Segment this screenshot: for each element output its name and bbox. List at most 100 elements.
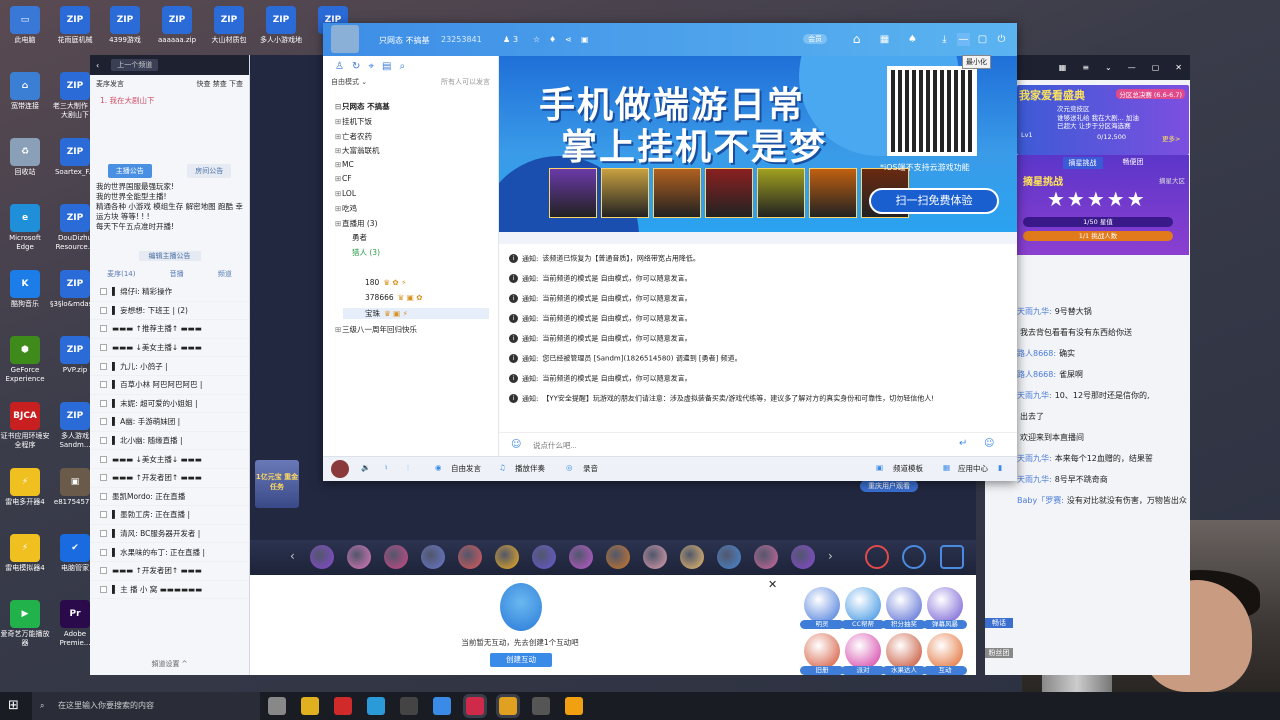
channel-item[interactable]: ⊞吃鸡 xyxy=(335,203,357,214)
channel-tree-item[interactable]: ▌ 绵仔i: 精彩操作 xyxy=(90,283,249,302)
gift-icon[interactable] xyxy=(384,545,408,569)
close-icon[interactable]: ✕ xyxy=(1175,63,1182,72)
expand-box-icon[interactable] xyxy=(100,381,107,389)
tab-host-announcement[interactable]: 主播公告 xyxy=(107,164,152,178)
download-icon[interactable]: ⤓ xyxy=(938,33,951,46)
obs-icon[interactable] xyxy=(400,697,418,715)
power-icon[interactable]: ⏻ xyxy=(995,33,1008,46)
app-center-button[interactable]: 应用中心 xyxy=(958,463,988,474)
speaker-icon[interactable]: 🔉 xyxy=(361,463,370,472)
tab-room-announcement[interactable]: 房间公告 xyxy=(187,164,232,178)
back-icon[interactable]: ‹ xyxy=(96,61,99,70)
channel-item[interactable]: ⊞大富翁联机 xyxy=(335,145,380,156)
channel-tree-item[interactable]: ▌ A幽: 手游萌妹团 | xyxy=(90,413,249,432)
task-view-icon[interactable] xyxy=(268,697,286,715)
desktop-icon[interactable]: ⌂ 宽带连接 xyxy=(0,72,50,111)
shop-icon[interactable] xyxy=(940,545,964,569)
promo-banner[interactable]: 手机做端游日常 掌上挂机不是梦 *iOS端不支持云游戏功能 扫一扫免费体验 xyxy=(499,56,1017,232)
chat-options-icon[interactable]: ☺ xyxy=(984,438,994,449)
gift-icon[interactable] xyxy=(347,545,371,569)
channel-user[interactable]: 378666 ♛ ▣ ✿ xyxy=(343,293,489,302)
expand-box-icon[interactable] xyxy=(100,362,107,370)
game-icon[interactable] xyxy=(565,697,583,715)
game-thumbnail[interactable] xyxy=(653,168,701,218)
channel-settings-button[interactable]: 頻道设置 ^ xyxy=(90,659,249,669)
chat-username[interactable]: Baby「罗赛: xyxy=(1017,496,1064,505)
desktop-icon[interactable]: e Microsoft Edge xyxy=(0,204,50,252)
template-button[interactable]: 频道模板 xyxy=(893,463,923,474)
free-speak-button[interactable]: 自由发言 xyxy=(451,463,481,474)
prev-channel-button[interactable]: 上一个频道 xyxy=(111,59,159,71)
gift-icon[interactable] xyxy=(310,545,334,569)
expand-box-icon[interactable] xyxy=(100,511,107,519)
gift-icon[interactable] xyxy=(569,545,593,569)
music-button[interactable]: 播放伴奏 xyxy=(515,463,545,474)
expand-icon[interactable]: ⊞ xyxy=(335,117,342,126)
expand-box-icon[interactable] xyxy=(100,325,107,333)
chat-side-label[interactable]: 畅话 xyxy=(985,618,1013,628)
channel-tree-item[interactable]: ▬▬▬ ↑开发者团↑ ▬▬▬ xyxy=(90,469,249,488)
expand-box-icon[interactable] xyxy=(100,530,107,538)
channel-item[interactable]: ⊞挂机下饭 xyxy=(335,116,372,127)
expand-icon[interactable]: ⊞ xyxy=(335,174,342,183)
edit-announcement-button[interactable]: 编辑主播公告 xyxy=(138,251,201,261)
channel-tree-item[interactable]: ▬▬▬ ↓美女主播↓ ▬▬▬ xyxy=(90,339,249,358)
chat-username[interactable]: 天雨九华: xyxy=(1017,475,1052,484)
expand-box-icon[interactable] xyxy=(100,437,107,445)
chat-username[interactable]: 天雨九华: xyxy=(1017,454,1052,463)
gift-icon[interactable] xyxy=(421,545,445,569)
desktop-icon[interactable]: K 酷狗音乐 xyxy=(0,270,50,309)
chat-username[interactable]: 路人8668: xyxy=(1017,370,1056,379)
channel-tree-item[interactable]: 墨凯Mordo: 正在直播 xyxy=(90,488,249,507)
expand-box-icon[interactable] xyxy=(100,492,107,500)
record-button[interactable]: 录音 xyxy=(583,463,598,474)
scan-button[interactable]: 扫一扫免费体验 xyxy=(869,188,999,214)
menu-icon[interactable]: ≡ xyxy=(1082,63,1089,72)
desktop-icon[interactable]: ZIP 4399游戏 xyxy=(100,6,150,45)
channel-item[interactable]: ⊞亡者农药 xyxy=(335,131,372,142)
expand-icon[interactable]: ⊞ xyxy=(335,189,342,198)
channel-tree-item[interactable]: ▌ 妄想想: 下班王 | (2) xyxy=(90,302,249,321)
desktop-icon[interactable]: ⚡ 雷电模拟器4 xyxy=(0,534,50,573)
expand-box-icon[interactable] xyxy=(100,344,107,352)
gift-icon[interactable] xyxy=(754,545,778,569)
channel-tree-item[interactable]: ▌ 主 播 小 窝 ▬▬▬▬▬▬ xyxy=(90,581,249,600)
channel-item[interactable]: ⊞LOL xyxy=(335,189,356,198)
desktop-icon[interactable]: ♻ 回收站 xyxy=(0,138,50,177)
tab-star-challenge[interactable]: 摘星挑战 xyxy=(1062,157,1103,169)
tab-channel[interactable]: 频道 xyxy=(218,269,232,279)
activity-button[interactable]: 旧册 xyxy=(800,633,844,675)
channel-tree-item[interactable]: ▬▬▬ ↑推荐主播↑ ▬▬▬ xyxy=(90,320,249,339)
sync-icon[interactable]: ↻ xyxy=(352,61,360,72)
channel-item[interactable]: ⊞直播用 (3) xyxy=(335,218,378,229)
channel-tree-item[interactable]: ▌ 百草小林 阿巴阿巴阿巴 | xyxy=(90,376,249,395)
home-icon[interactable]: ⌂ xyxy=(850,33,863,46)
chat-username[interactable]: 天雨九华: xyxy=(1017,307,1052,316)
expand-box-icon[interactable] xyxy=(100,418,107,426)
desktop-icon[interactable]: ⚡ 雷电多开器4 xyxy=(0,468,50,507)
recharge-icon[interactable] xyxy=(902,545,926,569)
fan-side-label[interactable]: 粉丝团 xyxy=(985,648,1013,658)
apps-icon[interactable]: ▦ xyxy=(878,33,891,46)
user-icon[interactable]: ♙ xyxy=(335,61,344,72)
list-icon[interactable]: ▤ xyxy=(382,61,391,72)
minimize-icon[interactable]: — xyxy=(957,33,970,46)
channel-tree-item[interactable]: ▬▬▬ ↑开发者团↑ ▬▬▬ xyxy=(90,562,249,581)
mic-icon[interactable]: ♮ xyxy=(385,463,388,472)
expand-box-icon[interactable] xyxy=(100,567,107,575)
channel-tree-item[interactable]: ▌ 水果味的布丁: 正在直播 | xyxy=(90,543,249,562)
gift-prev-icon[interactable]: ‹ xyxy=(290,549,295,563)
desktop-icon[interactable]: ZIP 多人小游戏地 xyxy=(256,6,306,45)
search-icon[interactable]: ⌕ xyxy=(399,61,405,72)
self-avatar[interactable] xyxy=(331,460,349,478)
chrome-icon[interactable] xyxy=(367,697,385,715)
activity-button[interactable]: 水果达人 xyxy=(882,633,926,675)
tab-mic-queue[interactable]: 麦序(14) xyxy=(107,269,135,279)
desktop-icon[interactable]: ZIP 大山材质包 xyxy=(204,6,254,45)
gift-icon[interactable] xyxy=(495,545,519,569)
tab-audio[interactable]: 音播 xyxy=(170,269,184,279)
desktop-icon[interactable]: ZIP aaaaaa.zip xyxy=(152,6,202,45)
expand-icon[interactable]: ⊞ xyxy=(335,132,342,141)
game-thumbnail[interactable] xyxy=(549,168,597,218)
channel-tree-item[interactable]: ▌ 末妮: 超可爱的小姐姐 | xyxy=(90,395,249,414)
